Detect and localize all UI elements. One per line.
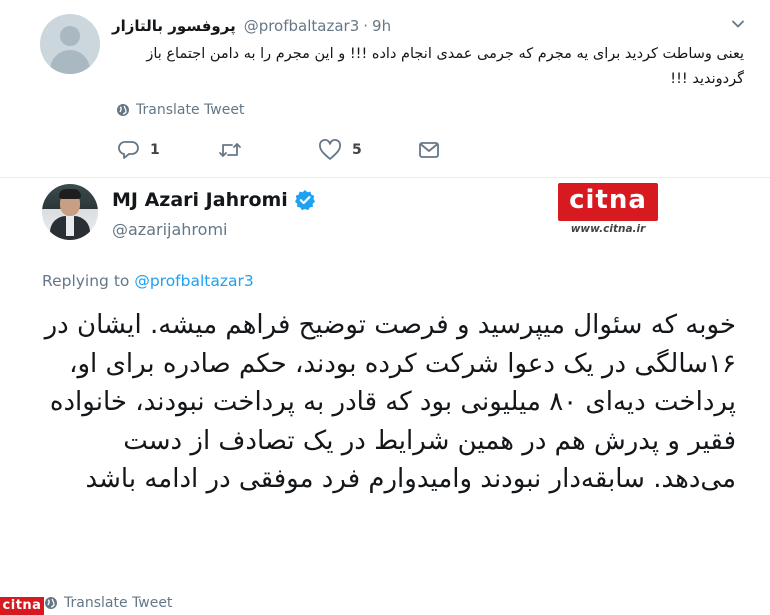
main-author-name-row[interactable]: MJ Azari Jahromi [112, 189, 316, 211]
reply-author-name[interactable]: پروفسور بالتازار [112, 17, 236, 35]
replying-to-line: Replying to @profbaltazar3 [42, 272, 254, 290]
reply-tweet-header: پروفسور بالتازار @profbaltazar3 · 9h [112, 14, 770, 38]
like-icon [319, 139, 341, 160]
citna-logo: citna www.citna.ir [558, 183, 658, 239]
header-separator: · [363, 17, 369, 35]
citna-logo-text: citna [569, 185, 647, 215]
main-author-avatar[interactable] [42, 184, 98, 240]
message-icon [419, 142, 439, 158]
direct-message-button[interactable] [418, 141, 440, 159]
globe-icon [117, 104, 129, 116]
reply-author-avatar[interactable] [40, 14, 100, 74]
reply-button[interactable]: 1 [118, 140, 218, 160]
replying-to-link[interactable]: @profbaltazar3 [134, 272, 253, 290]
citna-watermark-logo: citna [0, 597, 44, 615]
reply-author-handle[interactable]: @profbaltazar3 [244, 17, 360, 35]
reply-tweet-text: یعنی وساطت کردید برای یه مجرم که جرمی عم… [146, 46, 744, 87]
reply-tweet: پروفسور بالتازار @profbaltazar3 · 9h یعن… [0, 0, 770, 178]
retweet-button[interactable] [218, 140, 318, 160]
translate-label: Translate Tweet [136, 102, 245, 118]
translate-tweet-link[interactable]: Translate Tweet [116, 102, 244, 118]
chevron-down-icon[interactable] [730, 16, 746, 32]
citna-logo-url: www.citna.ir [570, 223, 646, 235]
main-author-name[interactable]: MJ Azari Jahromi [112, 189, 288, 211]
like-button[interactable]: 5 [318, 139, 418, 161]
reply-icon [118, 141, 139, 159]
tweet-actions: 1 5 [118, 138, 440, 162]
globe-icon [45, 597, 57, 609]
reply-timestamp[interactable]: 9h [372, 17, 391, 35]
main-translate-label: Translate Tweet [64, 595, 173, 611]
main-tweet-text: خوبه که سئوال میپرسید و فرصت توضیح فراهم… [44, 310, 736, 494]
like-count: 5 [352, 142, 362, 158]
verified-icon [294, 190, 315, 211]
main-translate-tweet-link[interactable]: Translate Tweet [44, 595, 172, 611]
main-author-handle[interactable]: @azarijahromi [112, 220, 227, 239]
replying-prefix: Replying to [42, 272, 130, 290]
retweet-icon [219, 143, 241, 157]
reply-count: 1 [150, 142, 160, 158]
